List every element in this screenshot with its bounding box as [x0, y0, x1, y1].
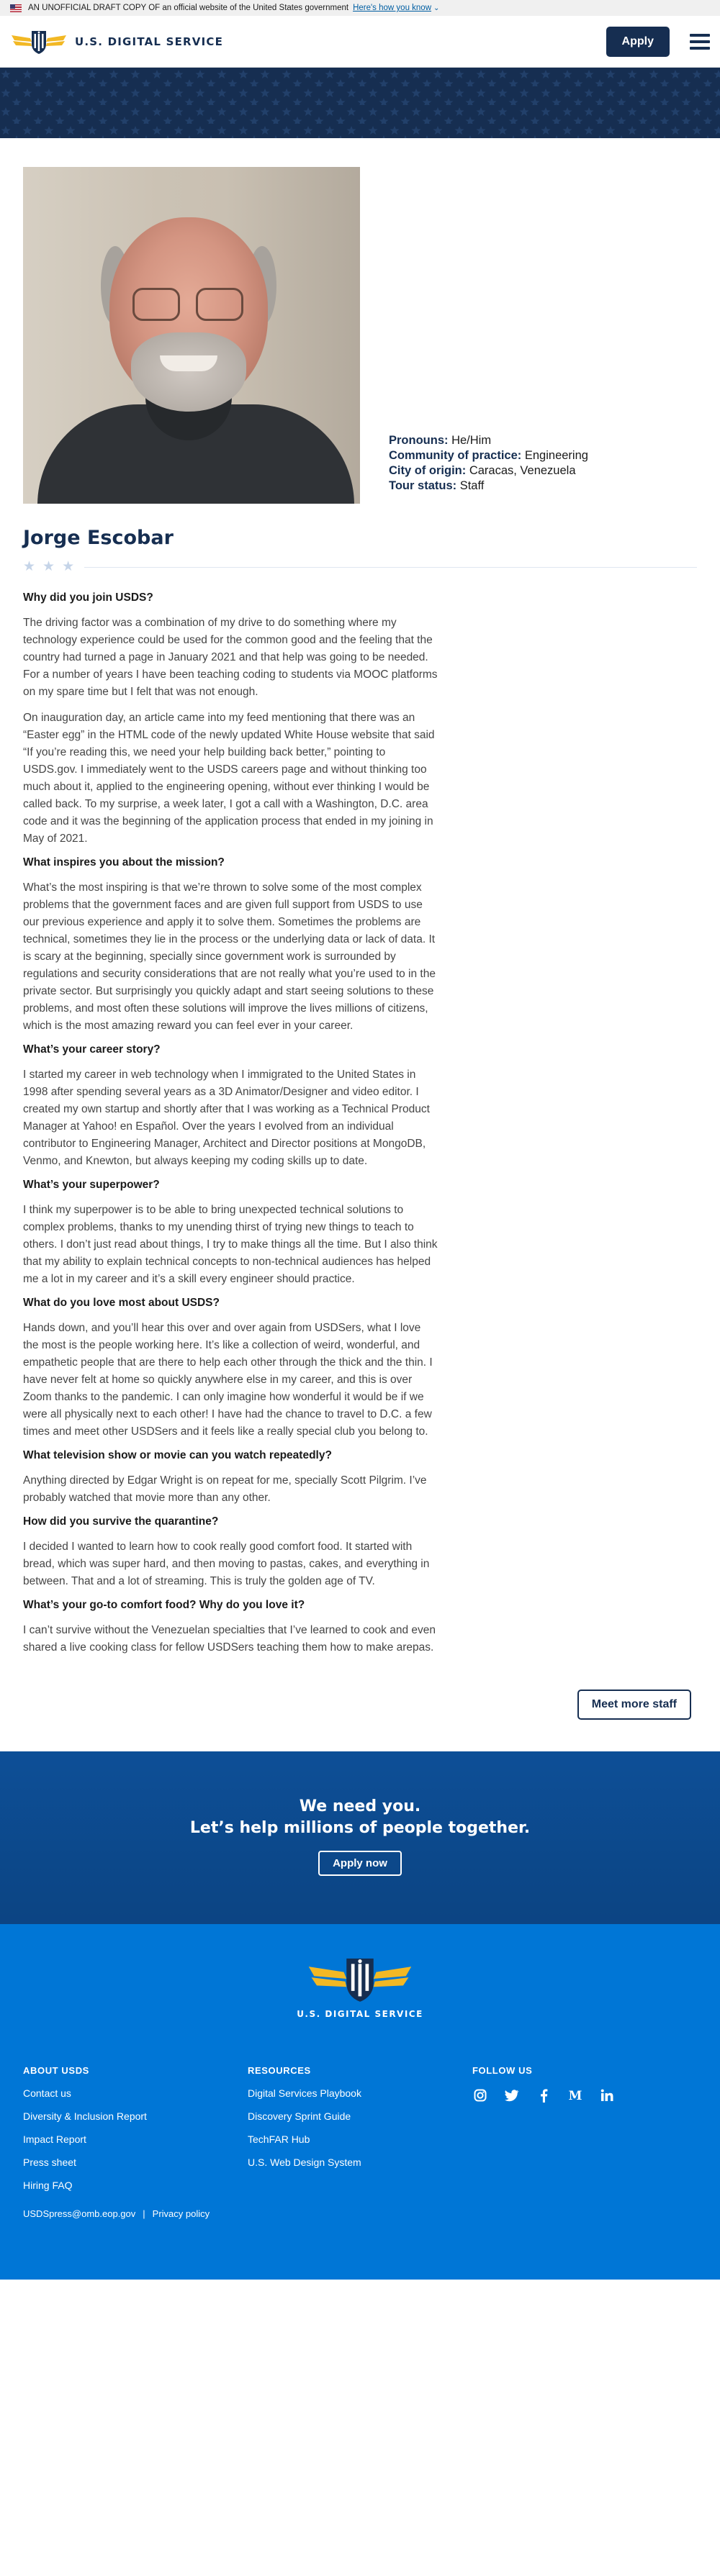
- footer-link-playbook[interactable]: Digital Services Playbook: [248, 2087, 472, 2099]
- meet-more-row: Meet more staff: [0, 1665, 720, 1751]
- tour-status-row: Tour status: Staff: [389, 479, 485, 492]
- answer: Anything directed by Edgar Wright is on …: [23, 1474, 427, 1504]
- question: What’s your career story?: [23, 1043, 161, 1056]
- footer-resources-column: RESOURCES Digital Services Playbook Disc…: [248, 2065, 472, 2203]
- gov-banner: AN UNOFFICIAL DRAFT COPY OF an official …: [0, 0, 720, 16]
- footer-link-impact[interactable]: Impact Report: [23, 2133, 248, 2145]
- linkedin-icon[interactable]: [599, 2087, 615, 2103]
- us-flag-icon: [10, 4, 22, 12]
- qa-item: How did you survive the quarantine? I de…: [23, 1515, 438, 1590]
- footer-logo[interactable]: U.S. DIGITAL SERVICE: [0, 1953, 720, 2019]
- footer-link-discovery[interactable]: Discovery Sprint Guide: [248, 2110, 472, 2122]
- apply-button[interactable]: Apply: [606, 26, 670, 57]
- profile-section: Pronouns: He/Him Community of practice: …: [0, 138, 720, 591]
- answer: The driving factor was a combination of …: [23, 617, 438, 698]
- question: What do you love most about USDS?: [23, 1297, 220, 1309]
- question: What television show or movie can you wa…: [23, 1449, 332, 1461]
- star-divider: ★ ★ ★: [23, 559, 697, 574]
- question: What’s your go-to comfort food? Why do y…: [23, 1599, 305, 1611]
- logo-text: U.S. DIGITAL SERVICE: [75, 35, 224, 48]
- press-email-link[interactable]: USDSpress@omb.eop.gov: [23, 2208, 135, 2219]
- question: Why did you join USDS?: [23, 591, 153, 604]
- star-pattern-icon: [0, 68, 720, 138]
- city-row: City of origin: Caracas, Venezuela: [389, 464, 576, 477]
- pronouns-row: Pronouns: He/Him: [389, 434, 492, 447]
- star-icon: ★: [62, 559, 75, 574]
- footer-logo-text: U.S. DIGITAL SERVICE: [297, 2009, 423, 2019]
- answer: I think my superpower is to be able to b…: [23, 1204, 438, 1285]
- svg-text:M: M: [569, 2089, 582, 2102]
- heres-how-you-know-link[interactable]: Here's how you know: [353, 4, 431, 12]
- site-footer: U.S. DIGITAL SERVICE ABOUT USDS Contact …: [0, 1924, 720, 2280]
- qa-item: What inspires you about the mission? Wha…: [23, 856, 438, 1035]
- question: What’s your superpower?: [23, 1179, 160, 1191]
- cta-heading-line2: Let’s help millions of people together.: [189, 1819, 531, 1837]
- footer-heading: FOLLOW US: [472, 2065, 533, 2076]
- footer-link-press[interactable]: Press sheet: [23, 2157, 248, 2168]
- cta-section: We need you. Let’s help millions of peop…: [0, 1751, 720, 1924]
- medium-icon[interactable]: M: [567, 2087, 583, 2103]
- question: How did you survive the quarantine?: [23, 1515, 219, 1528]
- profile-name: Jorge Escobar: [23, 527, 174, 549]
- star-icon: ★: [23, 559, 36, 574]
- qa-section: Why did you join USDS? The driving facto…: [0, 591, 461, 1656]
- question: What inspires you about the mission?: [23, 856, 225, 869]
- footer-link-contact[interactable]: Contact us: [23, 2087, 248, 2099]
- footer-link-hiring-faq[interactable]: Hiring FAQ: [23, 2180, 248, 2191]
- answer: On inauguration day, an article came int…: [23, 712, 435, 845]
- usds-shield-icon: [308, 1958, 412, 2002]
- footer-follow-column: FOLLOW US M: [472, 2065, 697, 2203]
- answer: I started my career in web technology wh…: [23, 1069, 430, 1167]
- qa-item: Why did you join USDS? The driving facto…: [23, 591, 438, 848]
- answer: Hands down, and you’ll hear this over an…: [23, 1322, 433, 1438]
- qa-item: What’s your go-to comfort food? Why do y…: [23, 1599, 438, 1656]
- answer: I decided I wanted to learn how to cook …: [23, 1541, 430, 1587]
- footer-heading: ABOUT USDS: [23, 2065, 89, 2076]
- qa-item: What do you love most about USDS? Hands …: [23, 1297, 438, 1441]
- star-icon: ★: [42, 559, 55, 574]
- answer: What’s the most inspiring is that we’re …: [23, 881, 436, 1032]
- usds-logo[interactable]: U.S. DIGITAL SERVICE: [10, 28, 223, 55]
- footer-about-column: ABOUT USDS Contact us Diversity & Inclus…: [23, 2065, 248, 2203]
- cta-heading-line1: We need you.: [299, 1797, 421, 1815]
- instagram-icon[interactable]: [472, 2087, 488, 2103]
- privacy-policy-link[interactable]: Privacy policy: [153, 2208, 210, 2219]
- answer: I can’t survive without the Venezuelan s…: [23, 1624, 436, 1654]
- profile-meta: Pronouns: He/Him Community of practice: …: [389, 433, 588, 494]
- facebook-icon[interactable]: [536, 2087, 552, 2103]
- site-header: U.S. DIGITAL SERVICE Apply: [0, 16, 720, 68]
- profile-photo: [23, 167, 360, 504]
- menu-icon[interactable]: [690, 33, 710, 50]
- separator: |: [143, 2208, 145, 2219]
- qa-item: What’s your career story? I started my c…: [23, 1043, 438, 1170]
- twitter-icon[interactable]: [504, 2087, 520, 2103]
- footer-link-techfar[interactable]: TechFAR Hub: [248, 2133, 472, 2145]
- usds-shield-icon: [12, 30, 66, 54]
- footer-bottom: USDSpress@omb.eop.gov | Privacy policy: [0, 2203, 720, 2219]
- footer-link-uswds[interactable]: U.S. Web Design System: [248, 2157, 472, 2168]
- community-row: Community of practice: Engineering: [389, 449, 588, 462]
- meet-more-staff-button[interactable]: Meet more staff: [577, 1690, 691, 1720]
- hero-star-pattern: [0, 68, 720, 138]
- footer-heading: RESOURCES: [248, 2065, 311, 2076]
- chevron-down-icon[interactable]: ⌄: [433, 4, 439, 12]
- gov-banner-text: AN UNOFFICIAL DRAFT COPY OF an official …: [28, 4, 349, 12]
- footer-link-diversity[interactable]: Diversity & Inclusion Report: [23, 2110, 248, 2122]
- apply-now-button[interactable]: Apply now: [318, 1851, 402, 1876]
- qa-item: What television show or movie can you wa…: [23, 1449, 438, 1507]
- qa-item: What’s your superpower? I think my super…: [23, 1179, 438, 1288]
